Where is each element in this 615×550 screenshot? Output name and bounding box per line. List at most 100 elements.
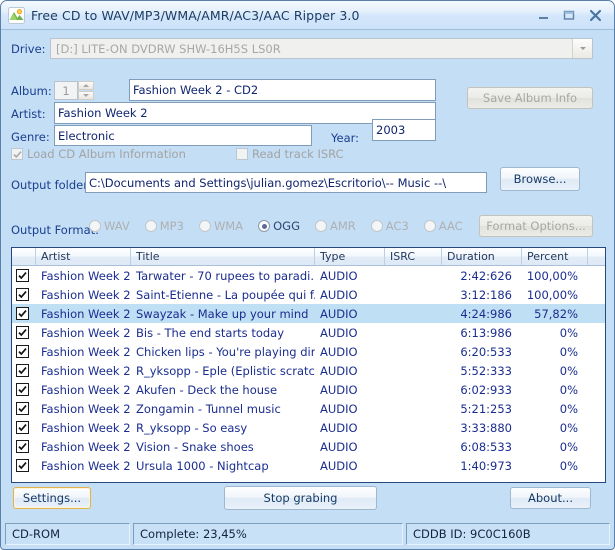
column-header-artist[interactable]: Artist [36,248,131,265]
track-list-row[interactable]: Fashion Week 2 Saint-Etienne - La poupée … [12,285,605,304]
album-number-field[interactable]: 1 [54,81,78,100]
column-header-isrc[interactable]: ISRC [385,248,442,265]
radio-icon [89,220,101,232]
track-list-row[interactable]: Fashion Week 2 Tarwater - 70 rupees to pa… [12,266,605,285]
column-header-duration[interactable]: Duration [442,248,522,265]
album-title-input[interactable]: Fashion Week 2 - CD2 [129,79,436,101]
track-percent: 0% [559,439,578,454]
track-percent: 0% [559,344,578,359]
stepper-down-icon[interactable] [78,91,94,100]
track-percent: 0% [559,363,578,378]
column-header-title[interactable]: Title [131,248,315,265]
track-list-row[interactable]: Fashion Week 2 Akufen - Deck the house AUD… [12,380,605,399]
track-list[interactable]: Artist Title Type ISRC Duration Percent … [11,247,606,483]
track-checkbox-cell[interactable] [12,307,36,320]
column-header-percent[interactable]: Percent [522,248,588,265]
checkbox-checked-icon[interactable] [16,345,29,358]
status-bar: CD-ROM Complete: 23,45% CDDB ID: 9C0C160… [5,523,610,545]
track-list-row[interactable]: Fashion Week 2 Ursula 1000 - Nightcap AUDI… [12,456,605,475]
format-options-button[interactable]: Format Options... [479,215,593,237]
radio-icon [423,220,436,232]
genre-input[interactable]: Electronic [54,125,312,146]
track-list-row[interactable]: Fashion Week 2 Bis - The end starts today… [12,323,605,342]
format-label-wav: WAV [104,219,130,233]
track-duration: 4:24:986 [460,306,512,321]
checkbox-checked-icon[interactable] [16,269,29,282]
track-title: Tarwater - 70 rupees to paradi... [136,268,315,283]
maximize-button[interactable] [556,2,582,28]
track-list-row[interactable]: Fashion Week 2 R_yksopp - Eple (Eplistic … [12,361,605,380]
about-button[interactable]: About... [510,487,591,509]
year-input[interactable]: 2003 [372,119,436,141]
format-label-ogg: OGG [273,219,300,233]
checkbox-checked-icon[interactable] [16,402,29,415]
track-list-row[interactable]: Fashion Week 2 Zongamin - Tunnel music AUD… [12,399,605,418]
checkbox-checked-icon[interactable] [16,326,29,339]
track-list-row[interactable]: Fashion Week 2 R_yksopp - So easy AUDIO 3:3… [12,418,605,437]
checkbox-checked-icon[interactable] [16,307,29,320]
format-label-mp3: MP3 [159,219,184,233]
track-duration: 2:42:626 [460,268,512,283]
drive-label: Drive: [11,42,46,56]
track-type: AUDIO [320,306,358,321]
checkbox-checked-icon[interactable] [16,364,29,377]
album-number-stepper[interactable] [78,81,94,100]
artist-label: Artist: [11,107,46,121]
format-radio-wma[interactable]: WMA [198,219,243,233]
format-radio-ac3[interactable]: AC3 [370,219,409,233]
cd-ripper-icon [8,6,25,24]
track-list-body: Fashion Week 2 Tarwater - 70 rupees to pa… [12,266,605,475]
read-track-isrc-checkbox[interactable]: Read track ISRC [236,147,344,161]
track-percent: 0% [559,458,578,473]
format-label-amr: AMR [329,219,356,233]
track-title: Swayzak - Make up your mind [136,306,309,321]
stop-grabbing-button[interactable]: Stop grabing [224,486,377,510]
format-radio-mp3[interactable]: MP3 [144,219,184,233]
load-cd-album-info-checkbox[interactable]: Load CD Album Information [11,147,186,161]
output-folder-input[interactable]: C:\Documents and Settings\julian.gomez\E… [85,172,487,193]
title-bar: Free CD to WAV/MP3/WMA/AMR/AC3/AAC Rippe… [1,1,614,30]
format-radio-ogg[interactable]: OGG [258,219,300,233]
chevron-down-icon[interactable] [572,39,592,58]
minimize-button[interactable] [530,2,556,28]
close-button[interactable] [582,2,608,28]
track-type: AUDIO [320,420,358,435]
track-checkbox-cell[interactable] [12,402,36,415]
track-title: Ursula 1000 - Nightcap [136,458,269,473]
track-checkbox-cell[interactable] [12,288,36,301]
track-artist: Fashion Week 2 [41,268,131,283]
column-header-check[interactable] [12,248,36,265]
track-checkbox-cell[interactable] [12,383,36,396]
checkbox-checked-icon [11,148,23,160]
track-checkbox-cell[interactable] [12,326,36,339]
track-list-row[interactable]: Fashion Week 2 Vision - Snake shoes AUDIO 6… [12,437,605,456]
checkbox-checked-icon[interactable] [16,459,29,472]
track-checkbox-cell[interactable] [12,440,36,453]
radio-icon [314,220,327,232]
save-album-info-button[interactable]: Save Album Info [467,87,593,109]
drive-select[interactable]: [D:] LITE-ON DVDRW SHW-16H5S LS0R [50,38,593,59]
track-list-row[interactable]: Fashion Week 2 Swayzak - Make up your min… [12,304,605,323]
track-list-row[interactable]: Fashion Week 2 Chicken lips - You're play… [12,342,605,361]
track-checkbox-cell[interactable] [12,421,36,434]
track-checkbox-cell[interactable] [12,269,36,282]
track-checkbox-cell[interactable] [12,345,36,358]
status-device: CD-ROM [5,523,130,545]
format-radio-aac[interactable]: AAC [423,219,463,233]
checkbox-checked-icon[interactable] [16,421,29,434]
checkbox-checked-icon[interactable] [16,288,29,301]
format-radio-wav[interactable]: WAV [89,219,130,233]
track-duration: 1:40:973 [460,458,512,473]
track-artist: Fashion Week 2 [41,420,131,435]
track-checkbox-cell[interactable] [12,364,36,377]
browse-button[interactable]: Browse... [500,167,580,191]
format-radio-amr[interactable]: AMR [314,219,356,233]
output-format-label: Output Format: [11,223,100,237]
checkbox-checked-icon[interactable] [16,440,29,453]
checkbox-checked-icon[interactable] [16,383,29,396]
column-header-type[interactable]: Type [315,248,385,265]
read-track-isrc-label: Read track ISRC [252,147,344,161]
stepper-up-icon[interactable] [78,81,94,90]
track-checkbox-cell[interactable] [12,459,36,472]
settings-button[interactable]: Settings... [13,487,91,509]
